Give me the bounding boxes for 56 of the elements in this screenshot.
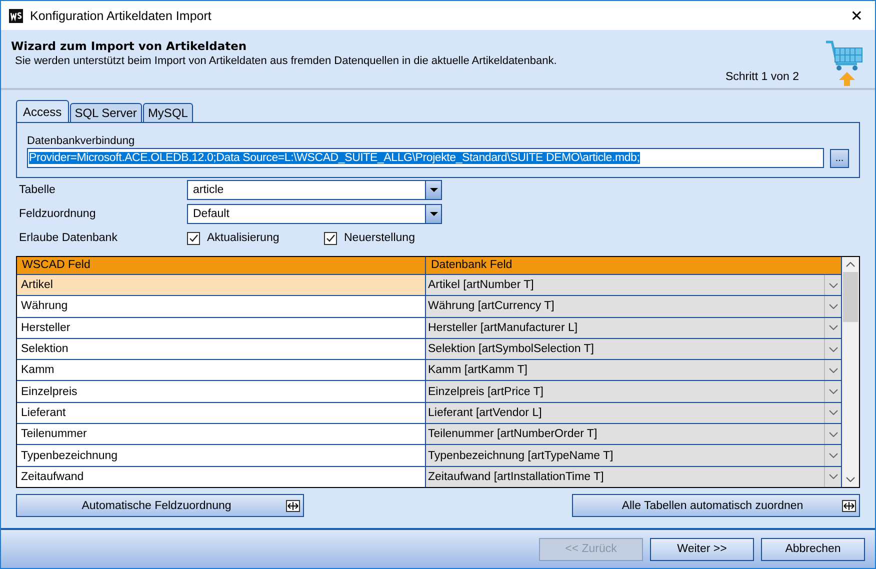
dropdown-arrow-icon [430,212,438,216]
swap-arrows-icon [286,500,300,512]
chevron-down-icon [828,453,838,458]
field-label: Datenbankverbindung [27,135,136,147]
chevron-down-icon [828,325,838,330]
dropdown-cell[interactable]: Hersteller [artManufacturer L] [426,318,842,338]
dropdown-cell[interactable]: Teilenummer [artNumberOrder T] [426,424,842,444]
swap-arrows-icon [842,500,856,512]
chevron-down-icon [828,368,838,373]
dropdown-cell[interactable]: Währung [artCurrency T] [426,296,842,317]
dropdown-cell[interactable]: Selektion [artSymbolSelection T] [426,338,842,360]
dropdown-cell[interactable]: Artikel [artNumber T] [426,275,842,296]
field-label: Tabelle [18,184,56,196]
chevron-down-icon [828,432,838,437]
app-logo-icon [9,8,23,22]
shopping-cart-icon [825,40,863,88]
tab[interactable]: SQL Server [70,103,142,122]
wizard-subtitle: Sie werden unterstützt beim Import von Artikeldaten aus fremden Datenquellen in die aktuelle Artikeldatenbank. [15,55,558,67]
nav-button[interactable]: Weiter >> [650,538,754,560]
action-button[interactable]: Automatische Feldzuordnung [16,494,304,517]
dropdown-cell[interactable]: Typenbezeichnung [artTypeName T] [426,445,842,466]
column-header: WSCAD Feld [17,257,426,274]
dropdown[interactable]: Default [187,204,442,224]
chevron-down-icon [828,389,838,394]
field-label: Feldzuordnung [18,208,97,220]
chevron-down-icon [828,410,838,416]
field-label: Erlaube Datenbank [18,232,118,244]
checkbox[interactable]: Aktualisierung [187,232,324,244]
step-indicator: Schritt 1 von 2 [725,71,799,83]
scroll-up-icon[interactable] [846,262,855,267]
dropdown-cell[interactable]: Einzelpreis [artPrice T] [426,381,842,402]
scrollbar[interactable] [842,257,859,487]
tab[interactable]: MySQL [142,103,193,122]
chevron-down-icon [828,282,838,288]
close-button[interactable]: ✕ [846,6,867,24]
browse-button[interactable]: ... [830,148,849,168]
scroll-down-icon[interactable] [846,477,855,482]
dropdown-cell[interactable]: Zeitaufwand [artInstallationTime T] [426,466,842,487]
action-button[interactable]: Alle Tabellen automatisch zuordnen [572,494,860,517]
wizard-title: Wizard zum Import von Artikeldaten [11,39,248,53]
checkbox[interactable]: Neuerstellung [324,232,461,244]
chevron-down-icon [828,346,838,352]
checkmark-icon [325,232,336,244]
checkmark-icon [188,232,199,244]
window-title: Konfiguration Artikeldaten Import [30,8,212,22]
nav-button[interactable]: Abbrechen [761,538,865,560]
chevron-down-icon [828,304,838,309]
chevron-down-icon [828,474,838,480]
dropdown-cell[interactable]: Lieferant [artVendor L] [426,402,842,424]
dropdown-arrow-icon [430,188,438,192]
table-cell[interactable]: Artikel [17,275,426,296]
dropdown-cell[interactable]: Kamm [artKamm T] [426,360,842,380]
tab[interactable]: Access [16,100,69,122]
connection-string-field[interactable]: Provider=Microsoft.ACE.OLEDB.12.0;Data Source=L:\WSCAD_SUITE_ALLG\Projekte_Standard\SUITE DEMO\article.mdb; [27,148,824,168]
dropdown[interactable]: article [187,180,442,200]
scroll-thumb[interactable] [843,272,858,322]
